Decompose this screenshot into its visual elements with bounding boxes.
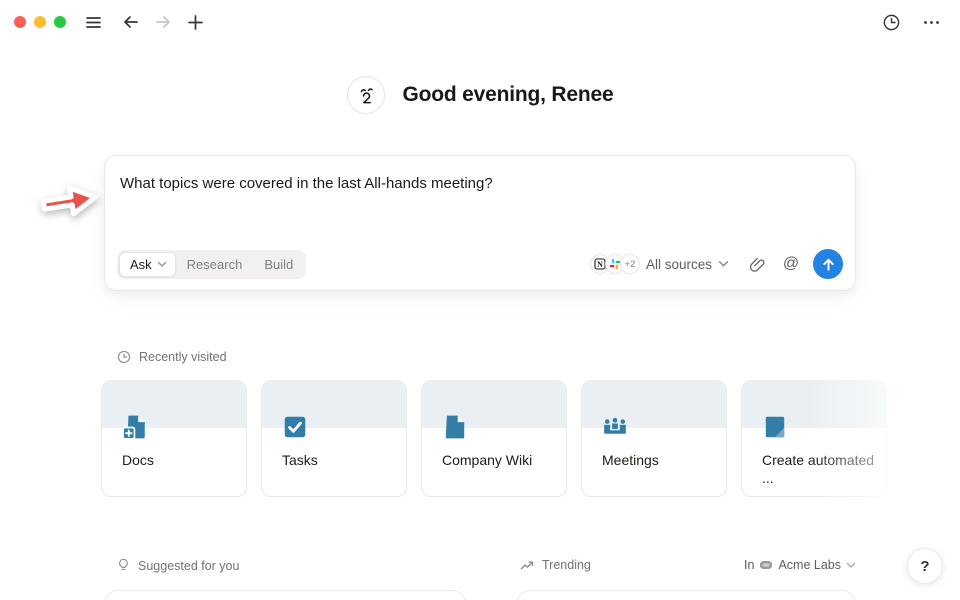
send-button[interactable] <box>813 249 843 279</box>
help-label: ? <box>920 558 929 575</box>
suggested-card[interactable] <box>104 590 466 600</box>
doodle-face-icon <box>354 83 378 107</box>
mode-research-button[interactable]: Research <box>176 257 254 272</box>
card-title: Tasks <box>282 452 398 470</box>
composer-actions: N +2 <box>586 249 843 279</box>
ellipsis-icon <box>923 14 940 31</box>
plus-icon <box>187 14 204 31</box>
titlebar <box>0 0 960 44</box>
document-icon <box>442 414 468 440</box>
page-title: Good evening, Renee <box>403 83 614 107</box>
forward-button[interactable] <box>150 9 176 35</box>
hamburger-icon <box>85 14 102 31</box>
greeting-avatar <box>347 76 385 114</box>
paperclip-icon <box>749 256 766 273</box>
trending-card[interactable] <box>516 590 856 600</box>
app-window: Good evening, Renee What topics were cov… <box>0 0 960 600</box>
chevron-down-icon <box>718 260 729 268</box>
trending-label: Trending <box>542 558 591 572</box>
clock-icon <box>117 350 131 364</box>
greeting: Good evening, Renee <box>0 76 960 114</box>
card-title: Docs <box>122 452 238 470</box>
suggested-label: Suggested for you <box>138 559 239 573</box>
chevron-down-icon <box>157 261 167 268</box>
annotation-arrow-sticker <box>34 173 107 234</box>
mention-button[interactable]: @ <box>777 250 805 278</box>
back-button[interactable] <box>118 9 144 35</box>
card-title: Meetings <box>602 452 718 470</box>
recently-visited-label: Recently visited <box>139 350 227 364</box>
workspace-logo-icon <box>759 558 773 572</box>
recent-card-create-automated[interactable]: Create automated ... <box>741 380 887 497</box>
more-options-button[interactable] <box>918 9 944 35</box>
workspace-scope-selector[interactable]: In Acme Labs <box>744 558 856 572</box>
template-page-icon <box>762 414 788 440</box>
card-title: Company Wiki <box>442 452 558 470</box>
source-avatars: N +2 <box>590 254 640 274</box>
composer-card: What topics were covered in the last All… <box>104 155 856 291</box>
arrow-right-icon <box>154 13 172 31</box>
recently-visited-header: Recently visited <box>117 350 227 364</box>
sidebar-menu-button[interactable] <box>80 9 106 35</box>
mode-switcher: Ask Research Build <box>117 250 306 279</box>
minimize-window-button[interactable] <box>34 16 46 28</box>
workspace-name: Acme Labs <box>778 558 841 572</box>
recent-card-company-wiki[interactable]: Company Wiki <box>421 380 567 497</box>
close-window-button[interactable] <box>14 16 26 28</box>
chevron-down-icon <box>846 562 856 569</box>
window-controls <box>14 16 66 28</box>
attach-file-button[interactable] <box>743 250 771 278</box>
composer-toolbar: Ask Research Build N <box>117 249 843 279</box>
red-arrow-icon <box>34 173 106 229</box>
doc-plus-icon <box>122 414 148 440</box>
more-sources-count: +2 <box>625 259 636 270</box>
more-sources-badge: +2 <box>620 254 640 274</box>
history-button[interactable] <box>878 9 904 35</box>
zoom-window-button[interactable] <box>54 16 66 28</box>
trending-header: Trending <box>520 558 591 572</box>
arrow-left-icon <box>122 13 140 31</box>
card-title: Create automated ... <box>762 452 878 487</box>
lightbulb-icon <box>117 558 130 573</box>
recent-card-docs[interactable]: Docs <box>101 380 247 497</box>
sources-selector[interactable]: N +2 <box>586 251 733 277</box>
mode-ask-label: Ask <box>130 257 152 272</box>
composer-input[interactable]: What topics were covered in the last All… <box>120 173 840 194</box>
mode-ask-button[interactable]: Ask <box>119 252 176 277</box>
suggested-header: Suggested for you <box>117 558 239 573</box>
svg-text:N: N <box>597 260 603 269</box>
help-button[interactable]: ? <box>907 548 943 584</box>
arrow-up-icon <box>821 257 836 272</box>
recent-card-tasks[interactable]: Tasks <box>261 380 407 497</box>
mode-build-button[interactable]: Build <box>253 257 304 272</box>
scope-prefix: In <box>744 558 754 572</box>
at-icon: @ <box>783 255 799 273</box>
recent-card-meetings[interactable]: Meetings <box>581 380 727 497</box>
trending-up-icon <box>520 559 534 571</box>
task-check-icon <box>282 414 308 440</box>
sources-label: All sources <box>646 257 712 272</box>
new-tab-button[interactable] <box>182 9 208 35</box>
clock-icon <box>882 13 901 32</box>
meeting-people-icon <box>602 414 628 440</box>
